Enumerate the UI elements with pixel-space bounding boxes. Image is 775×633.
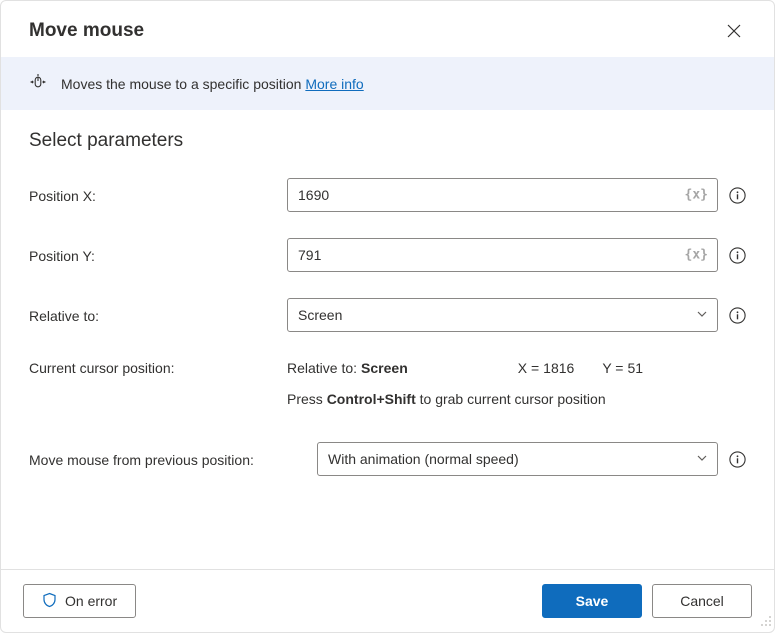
more-info-link[interactable]: More info xyxy=(305,76,363,92)
insert-variable-button[interactable]: {x} xyxy=(681,186,712,205)
label-move-from: Move mouse from previous position: xyxy=(29,450,317,468)
dialog-header: Move mouse xyxy=(1,1,774,57)
info-icon[interactable] xyxy=(728,450,746,468)
info-icon[interactable] xyxy=(728,246,746,264)
info-icon[interactable] xyxy=(728,186,746,204)
label-current-cursor: Current cursor position: xyxy=(29,358,287,376)
shield-icon xyxy=(42,592,57,611)
cancel-button[interactable]: Cancel xyxy=(652,584,752,618)
save-button[interactable]: Save xyxy=(542,584,642,618)
cursor-y-value: 51 xyxy=(627,358,643,379)
position-x-input[interactable] xyxy=(287,178,718,212)
row-position-y: Position Y: {x} xyxy=(29,238,746,272)
insert-variable-button[interactable]: {x} xyxy=(681,246,712,265)
row-current-cursor: Current cursor position: Relative to: Sc… xyxy=(29,358,746,410)
label-relative-to: Relative to: xyxy=(29,306,287,324)
on-error-button[interactable]: On error xyxy=(23,584,136,618)
mouse-target-icon xyxy=(29,73,47,94)
dialog-title: Move mouse xyxy=(29,20,144,42)
cursor-relative-value: Screen xyxy=(361,358,408,379)
resize-grip-icon[interactable] xyxy=(759,614,772,630)
position-y-input[interactable] xyxy=(287,238,718,272)
cursor-hint: Press Control+Shift to grab current curs… xyxy=(287,389,643,410)
close-button[interactable] xyxy=(722,19,746,43)
relative-to-select[interactable]: Screen xyxy=(287,298,718,332)
label-position-x: Position X: xyxy=(29,186,287,204)
move-from-select[interactable]: With animation (normal speed) xyxy=(317,442,718,476)
move-mouse-dialog: Move mouse Moves the mouse to a specific… xyxy=(0,0,775,633)
section-heading: Select parameters xyxy=(29,130,746,152)
label-position-y: Position Y: xyxy=(29,246,287,264)
row-move-from: Move mouse from previous position: With … xyxy=(29,442,746,476)
dialog-footer: On error Save Cancel xyxy=(1,569,774,632)
cursor-x-value: 1816 xyxy=(543,358,574,379)
close-icon xyxy=(727,24,741,38)
info-icon[interactable] xyxy=(728,306,746,324)
banner-text: Moves the mouse to a specific position M… xyxy=(61,76,364,92)
row-relative-to: Relative to: Screen xyxy=(29,298,746,332)
info-banner: Moves the mouse to a specific position M… xyxy=(1,57,774,110)
dialog-content: Select parameters Position X: {x} Positi… xyxy=(1,110,774,569)
row-position-x: Position X: {x} xyxy=(29,178,746,212)
cursor-info: Relative to: Screen X = 1816 Y = 51 xyxy=(287,358,643,410)
